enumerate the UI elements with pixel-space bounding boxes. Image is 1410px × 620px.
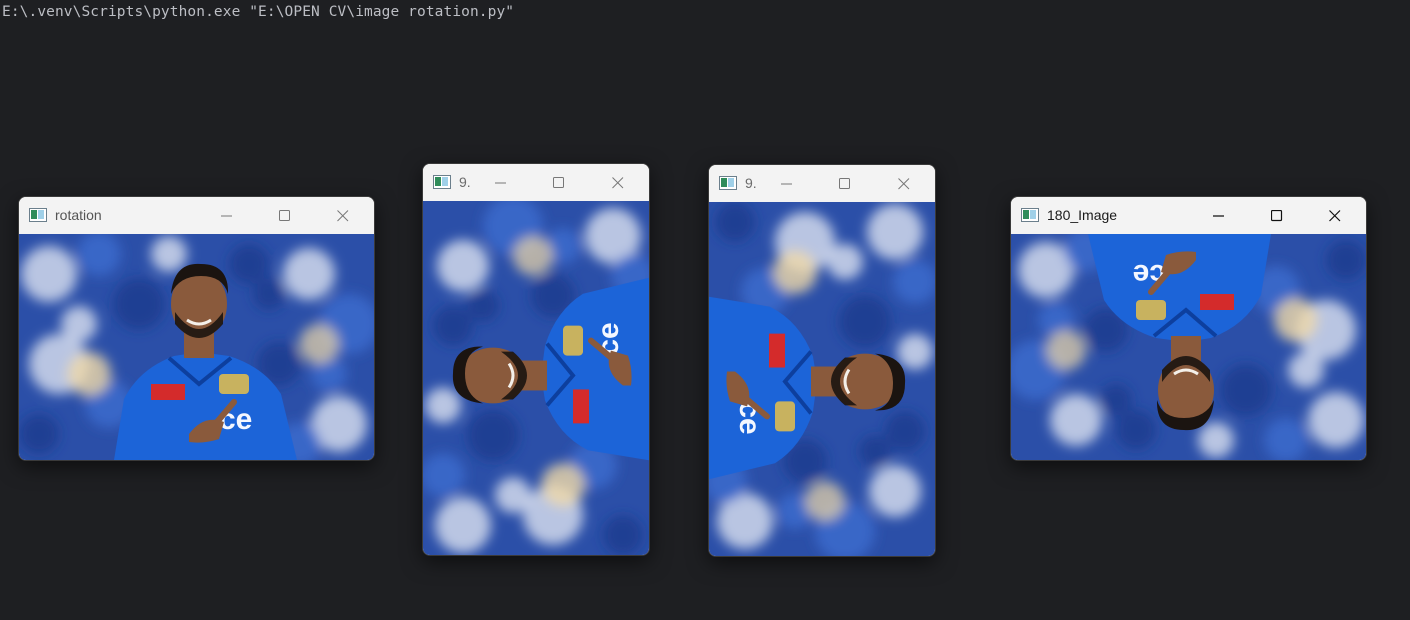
minimize-icon — [1213, 214, 1224, 217]
window-rotation[interactable]: rotation ce — [18, 196, 375, 461]
maximize-icon — [1271, 209, 1283, 221]
close-icon — [1329, 209, 1341, 221]
opencv-window-icon — [433, 175, 451, 189]
close-button[interactable] — [1312, 197, 1358, 234]
maximize-button[interactable] — [822, 165, 868, 202]
svg-text:ce: ce — [1133, 258, 1166, 291]
close-button[interactable] — [595, 164, 641, 201]
minimize-icon — [495, 182, 506, 183]
maximize-button[interactable] — [1254, 197, 1300, 234]
window-rotated-90-right[interactable]: 9. ce — [708, 164, 936, 557]
svg-text:ce: ce — [733, 401, 766, 434]
minimize-button[interactable] — [1196, 197, 1242, 234]
maximize-icon — [279, 209, 290, 221]
title-bar[interactable]: 9. — [709, 165, 935, 202]
image-display: ce — [19, 234, 374, 460]
maximize-button[interactable] — [262, 197, 308, 234]
opencv-window-icon — [29, 208, 47, 222]
close-icon — [337, 209, 349, 221]
window-title: 180_Image — [1047, 207, 1118, 223]
maximize-icon — [553, 176, 564, 188]
window-title: rotation — [55, 207, 102, 223]
minimize-icon — [221, 215, 232, 216]
window-title: 9. — [745, 175, 757, 191]
run-command-line: E:\.venv\Scripts\python.exe "E:\OPEN CV\… — [2, 4, 515, 20]
window-180-image[interactable]: 180_Image ce — [1010, 196, 1367, 461]
title-bar[interactable]: rotation — [19, 197, 374, 234]
maximize-button[interactable] — [536, 164, 582, 201]
rotated-photo: ce — [709, 202, 935, 556]
svg-text:ce: ce — [219, 403, 252, 436]
close-button[interactable] — [320, 197, 366, 234]
rotated-photo: ce — [1011, 234, 1366, 460]
image-display: ce — [1011, 234, 1366, 460]
close-icon — [612, 176, 624, 188]
maximize-icon — [839, 177, 850, 189]
svg-text:ce: ce — [592, 322, 625, 355]
opencv-window-icon — [1021, 208, 1039, 222]
minimize-icon — [781, 183, 792, 184]
window-title: 9. — [459, 174, 471, 190]
rotated-photo: ce — [423, 201, 649, 555]
window-rotated-90-left[interactable]: 9. ce — [422, 163, 650, 556]
minimize-button[interactable] — [204, 197, 250, 234]
image-display: ce — [709, 202, 935, 556]
close-icon — [898, 177, 910, 189]
rotated-photo: ce — [19, 234, 374, 460]
title-bar[interactable]: 180_Image — [1011, 197, 1366, 234]
minimize-button[interactable] — [764, 165, 810, 202]
opencv-window-icon — [719, 176, 737, 190]
image-display: ce — [423, 201, 649, 555]
minimize-button[interactable] — [478, 164, 524, 201]
title-bar[interactable]: 9. — [423, 164, 649, 201]
close-button[interactable] — [881, 165, 927, 202]
